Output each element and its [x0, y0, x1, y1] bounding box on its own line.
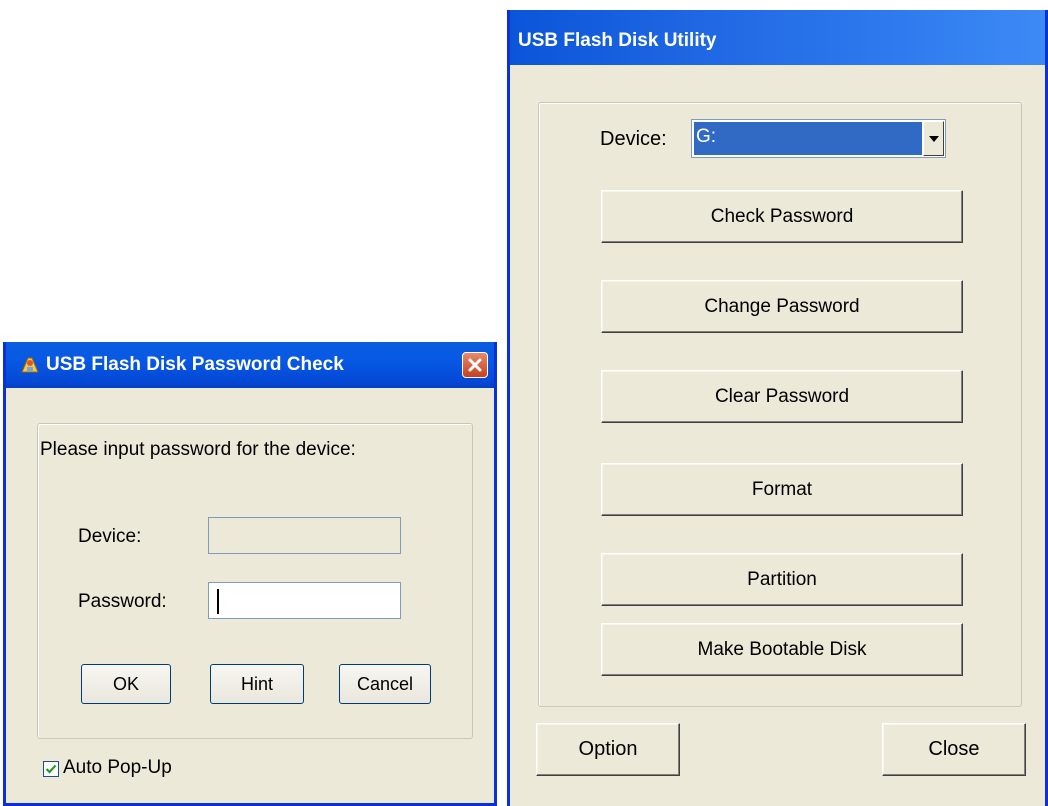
password-dialog-titlebar[interactable]: USB Flash Disk Password Check	[6, 342, 494, 388]
make-bootable-disk-button[interactable]: Make Bootable Disk	[601, 623, 963, 676]
check-password-button[interactable]: Check Password	[601, 190, 963, 243]
device-label: Device:	[600, 128, 667, 150]
hint-button[interactable]: Hint	[210, 664, 304, 704]
utility-window: USB Flash Disk Utility Device: G: Check …	[507, 10, 1048, 806]
auto-popup-checkbox[interactable]	[43, 761, 59, 777]
device-field	[208, 517, 401, 554]
usb-app-icon	[21, 357, 39, 373]
device-label: Device:	[78, 526, 142, 547]
clear-password-button[interactable]: Clear Password	[601, 370, 963, 423]
change-password-button[interactable]: Change Password	[601, 280, 963, 333]
password-label: Password:	[78, 591, 167, 612]
device-select[interactable]: G:	[691, 119, 946, 158]
partition-button[interactable]: Partition	[601, 553, 963, 606]
option-button[interactable]: Option	[536, 723, 680, 776]
utility-title: USB Flash Disk Utility	[518, 30, 717, 51]
password-dialog-title: USB Flash Disk Password Check	[46, 354, 344, 375]
auto-popup-label[interactable]: Auto Pop-Up	[63, 757, 172, 779]
ok-button[interactable]: OK	[81, 664, 171, 704]
checkmark-icon	[45, 764, 57, 774]
close-icon[interactable]	[462, 352, 488, 378]
text-caret	[217, 589, 219, 614]
password-prompt: Please input password for the device:	[40, 439, 356, 460]
chevron-down-icon	[928, 135, 939, 142]
close-button[interactable]: Close	[882, 723, 1026, 776]
password-check-dialog: USB Flash Disk Password Check Please inp…	[3, 342, 497, 806]
password-field[interactable]	[208, 582, 401, 619]
cancel-button[interactable]: Cancel	[339, 664, 431, 704]
device-selected-value: G:	[694, 122, 922, 155]
utility-titlebar[interactable]: USB Flash Disk Utility	[510, 10, 1045, 65]
dropdown-arrow[interactable]	[923, 121, 944, 156]
format-button[interactable]: Format	[601, 463, 963, 516]
